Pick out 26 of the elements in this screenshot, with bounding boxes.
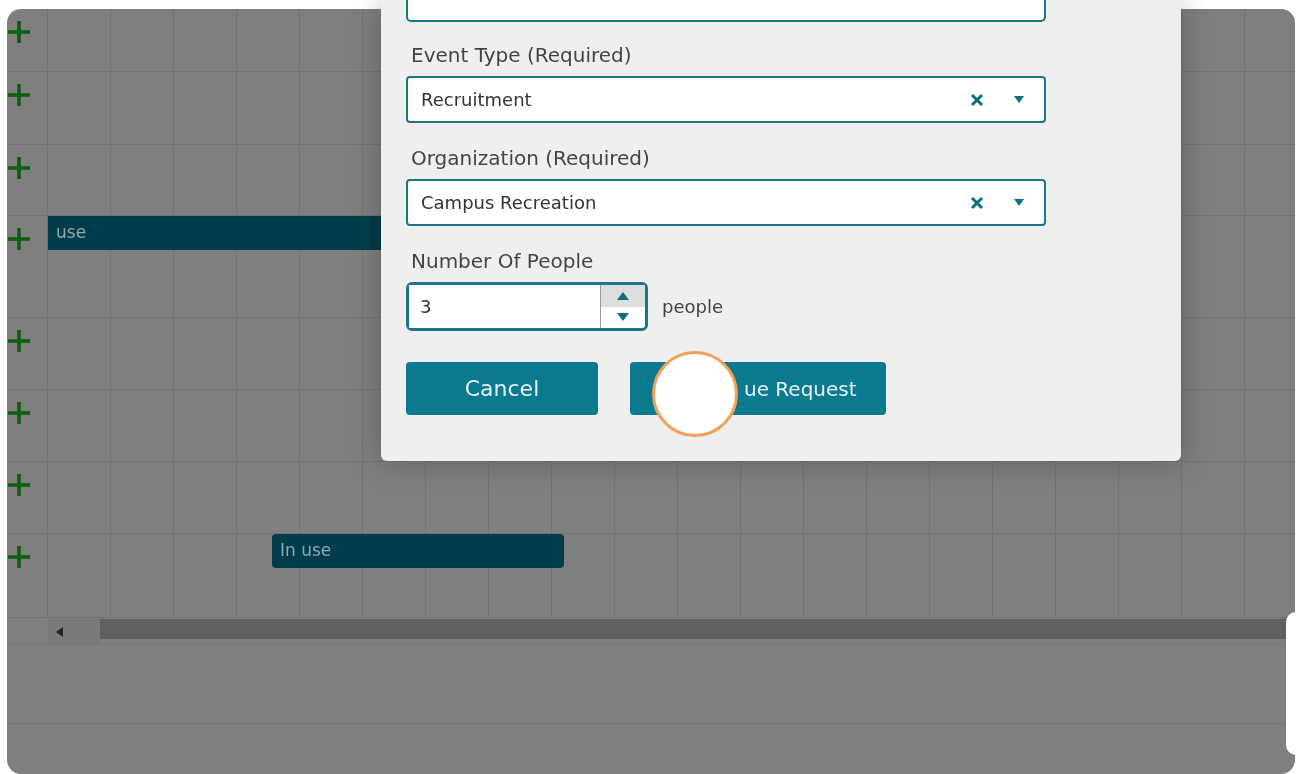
cancel-button[interactable]: Cancel: [406, 362, 598, 415]
left-arrow-icon: [56, 626, 63, 637]
add-icon[interactable]: [7, 226, 31, 251]
increment-icon[interactable]: [617, 291, 629, 300]
select-field[interactable]: Campus Recreation: [406, 179, 1046, 226]
scroll-left-button[interactable]: [48, 619, 100, 644]
clear-icon[interactable]: [970, 92, 984, 107]
add-icon[interactable]: [7, 472, 31, 497]
add-icon[interactable]: [7, 328, 31, 353]
dropdown-caret-icon[interactable]: [1014, 96, 1024, 103]
add-icon[interactable]: [7, 82, 31, 107]
clear-icon[interactable]: [970, 195, 984, 210]
number-field[interactable]: 3: [406, 282, 648, 331]
add-icon[interactable]: [7, 400, 31, 425]
dropdown-caret-icon[interactable]: [1014, 199, 1024, 206]
text-field[interactable]: [406, 0, 1046, 22]
field-label: Organization (Required): [411, 145, 651, 171]
field-label: Number Of People: [411, 248, 595, 274]
add-icon[interactable]: [7, 19, 31, 44]
select-field[interactable]: Recruitment: [406, 76, 1046, 123]
decrement-icon[interactable]: [617, 313, 629, 322]
booking-bar[interactable]: In use: [272, 534, 564, 568]
add-icon[interactable]: [7, 544, 31, 569]
field-label: Event Type (Required): [411, 42, 633, 68]
add-icon[interactable]: [7, 155, 31, 180]
unit-label: people: [662, 295, 723, 319]
